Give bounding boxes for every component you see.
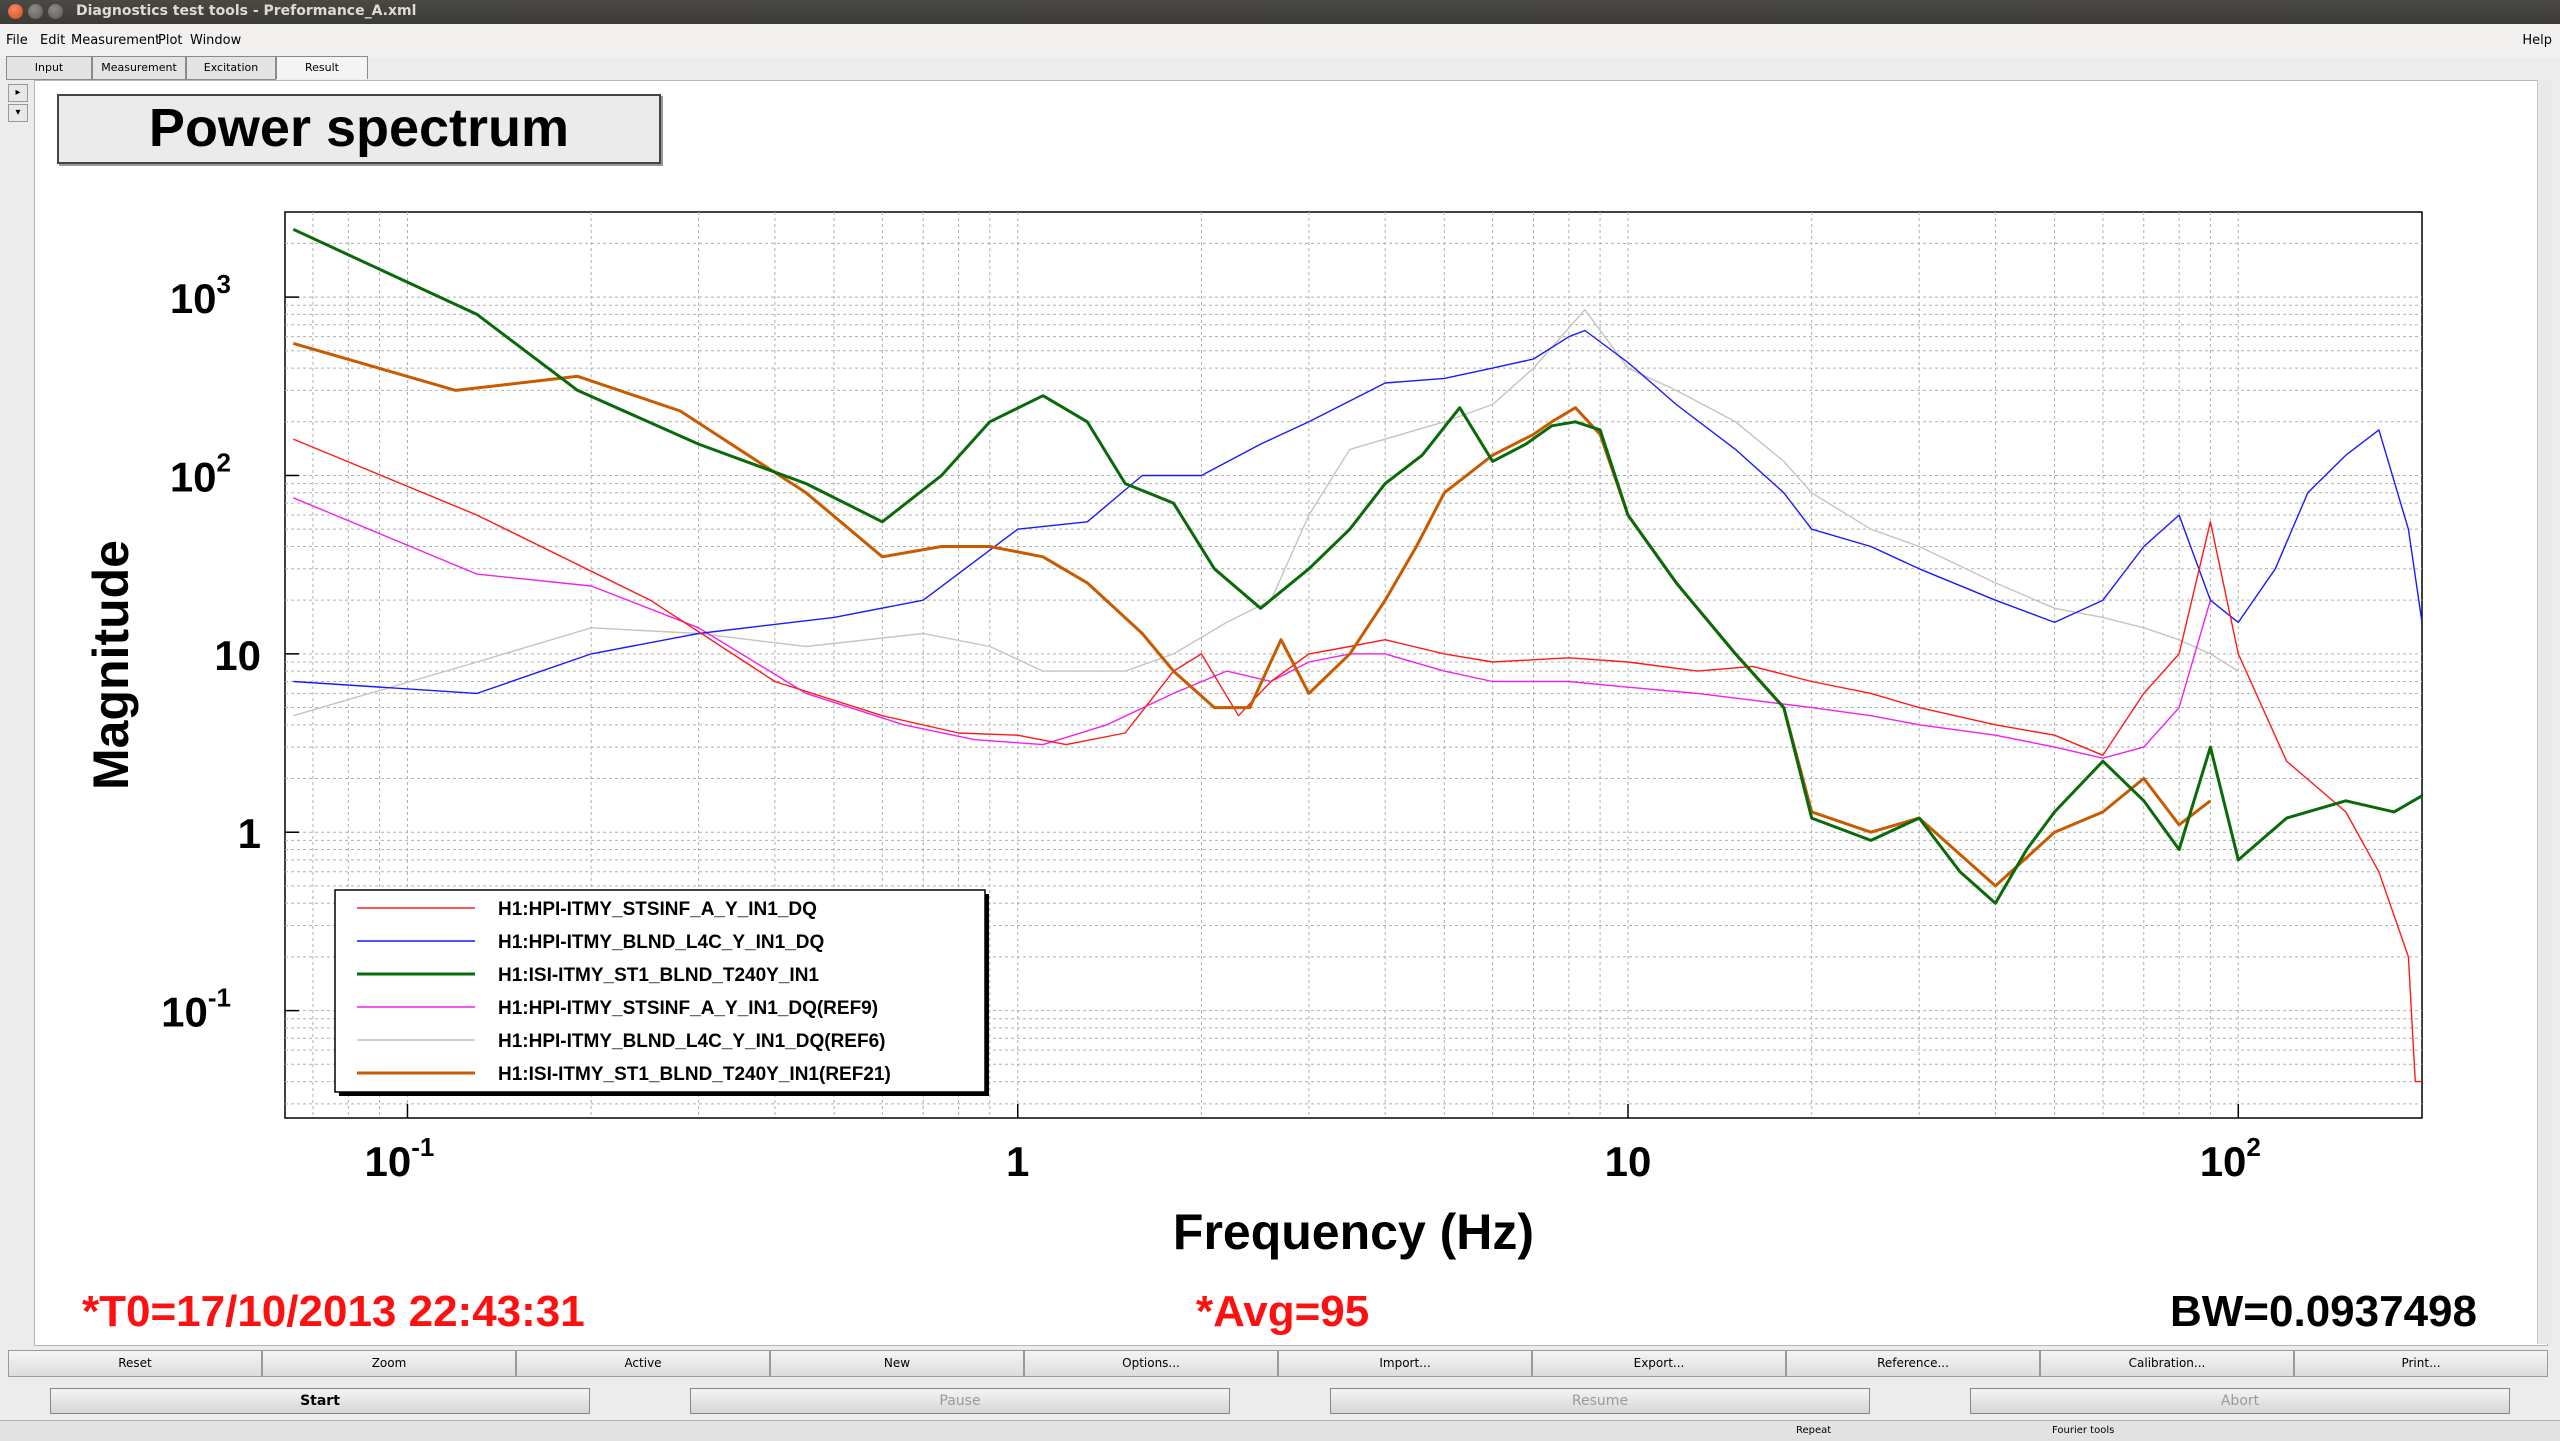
legend-entry: H1:HPI-ITMY_BLND_L4C_Y_IN1_DQ [498, 932, 824, 953]
legend-entry: H1:HPI-ITMY_STSINF_A_Y_IN1_DQ(REF9) [498, 998, 878, 1019]
legend [334, 889, 986, 1093]
t0-label: *T0=17/10/2013 22:43:31 [82, 1287, 585, 1336]
status-bar: Repeat Fourier tools [0, 1420, 2560, 1441]
reference-button[interactable]: Reference... [1786, 1350, 2040, 1377]
run-controls: Start Pause Resume Abort [0, 1388, 2560, 1418]
bw-label: BW=0.0937498 [2170, 1287, 2477, 1336]
power-spectrum-chart[interactable]: 10-1 1 10 10210310210110-1Frequency (Hz)Mag… [0, 0, 2560, 1440]
import-button[interactable]: Import... [1278, 1350, 1532, 1377]
active-button[interactable]: Active [516, 1350, 770, 1377]
y-tick-label: 102 [170, 447, 231, 500]
legend-entry: H1:ISI-ITMY_ST1_BLND_T240Y_IN1(REF21) [498, 1064, 891, 1085]
new-button[interactable]: New [770, 1350, 1024, 1377]
reset-button[interactable]: Reset [8, 1350, 262, 1377]
options-button[interactable]: Options... [1024, 1350, 1278, 1377]
y-axis-label: Magnitude [83, 540, 139, 790]
avg-label: *Avg=95 [1196, 1287, 1370, 1336]
legend-entry: H1:ISI-ITMY_ST1_BLND_T240Y_IN1 [498, 965, 819, 986]
x-tick-label: 1 [1006, 1138, 1029, 1185]
calibration-button[interactable]: Calibration... [2040, 1350, 2294, 1377]
legend-entry: H1:HPI-ITMY_STSINF_A_Y_IN1_DQ [498, 899, 817, 920]
print-button[interactable]: Print... [2294, 1350, 2548, 1377]
plot-toolbar: Reset Zoom Active New Options... Import.… [8, 1350, 2548, 1377]
y-tick-label: 103 [170, 269, 231, 322]
resume-button[interactable]: Resume [1330, 1388, 1870, 1414]
start-button[interactable]: Start [50, 1388, 590, 1414]
x-tick-label: 10 [1605, 1138, 1652, 1185]
abort-button[interactable]: Abort [1970, 1388, 2510, 1414]
x-axis-label: Frequency (Hz) [1173, 1204, 1534, 1260]
export-button[interactable]: Export... [1532, 1350, 1786, 1377]
status-repeat: Repeat [1796, 1425, 1832, 1436]
status-fourier-tools: Fourier tools [2052, 1425, 2115, 1436]
x-tick-label: 102 [2200, 1132, 2261, 1185]
legend-entry: H1:HPI-ITMY_BLND_L4C_Y_IN1_DQ(REF6) [498, 1031, 885, 1052]
y-tick-label: 10 [214, 632, 261, 679]
zoom-button[interactable]: Zoom [262, 1350, 516, 1377]
y-tick-label: 1 [238, 810, 261, 857]
x-tick-label: 10-1 [365, 1132, 435, 1185]
y-tick-label: 10-1 [161, 983, 231, 1036]
pause-button[interactable]: Pause [690, 1388, 1230, 1414]
